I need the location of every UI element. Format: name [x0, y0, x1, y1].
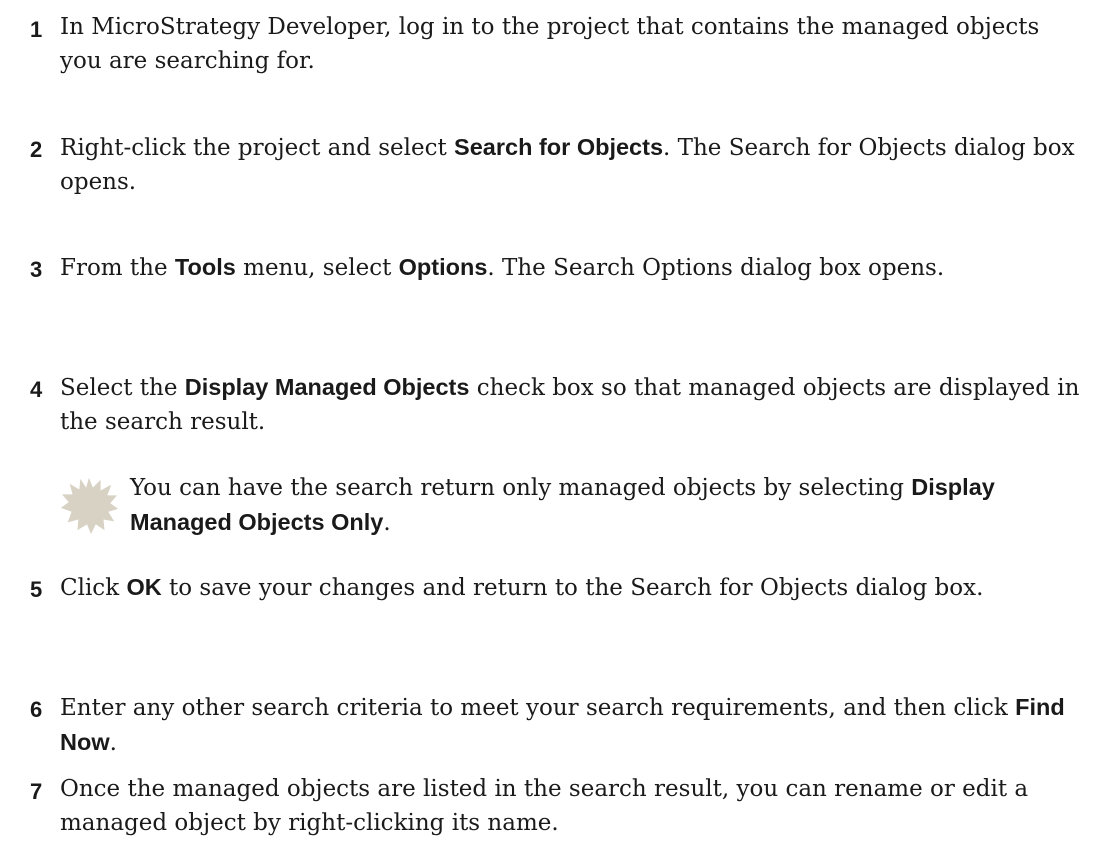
ui-term-tools: Tools	[174, 254, 236, 280]
step-text-segment: menu, select	[235, 255, 399, 281]
ui-term-display-managed-objects: Display Managed Objects	[184, 374, 470, 400]
note-text: You can have the search return only mana…	[130, 470, 1090, 540]
step-number: 2	[30, 137, 43, 162]
step-text: Enter any other search criteria to meet …	[60, 690, 1085, 760]
step-text-segment: to save your changes and return to the S…	[161, 575, 984, 601]
step-text: Once the managed objects are listed in t…	[60, 772, 1085, 840]
step-text: From the Tools menu, select Options. The…	[60, 250, 1085, 285]
step-text-segment: Once the managed objects are listed in t…	[60, 776, 1029, 836]
step-text-segment: .	[109, 730, 117, 756]
step-text: Right-click the project and select Searc…	[60, 130, 1085, 199]
note-text-segment: You can have the search return only mana…	[130, 475, 912, 501]
step-text: Click OK to save your changes and return…	[60, 570, 1085, 605]
step-number: 5	[30, 577, 43, 602]
step-text-segment: From the	[60, 255, 175, 281]
step-text-segment: Enter any other search criteria to meet …	[60, 695, 1016, 721]
step-number: 4	[30, 377, 43, 402]
step-text-segment: Click	[60, 575, 127, 601]
ui-term-search-for-objects: Search for Objects	[454, 134, 664, 160]
step-text: In MicroStrategy Developer, log in to th…	[60, 10, 1085, 78]
step-number: 1	[30, 17, 43, 42]
step-number: 3	[30, 257, 43, 282]
step-number: 7	[30, 779, 43, 804]
note-burst-shape	[60, 477, 118, 534]
instructions-document: 1 In MicroStrategy Developer, log in to …	[0, 0, 1095, 852]
step-number: 6	[30, 697, 43, 722]
ui-term-options: Options	[398, 254, 488, 280]
note-burst-icon	[60, 477, 118, 534]
step-text-segment: Right-click the project and select	[60, 135, 455, 161]
ui-term-ok: OK	[126, 574, 162, 600]
step-text-segment: Select the	[60, 375, 185, 401]
step-text: Select the Display Managed Objects check…	[60, 370, 1085, 439]
step-text-segment: In MicroStrategy Developer, log in to th…	[60, 14, 1040, 74]
note-text-segment: .	[383, 510, 391, 536]
step-text-segment: . The Search Options dialog box opens.	[487, 255, 945, 281]
